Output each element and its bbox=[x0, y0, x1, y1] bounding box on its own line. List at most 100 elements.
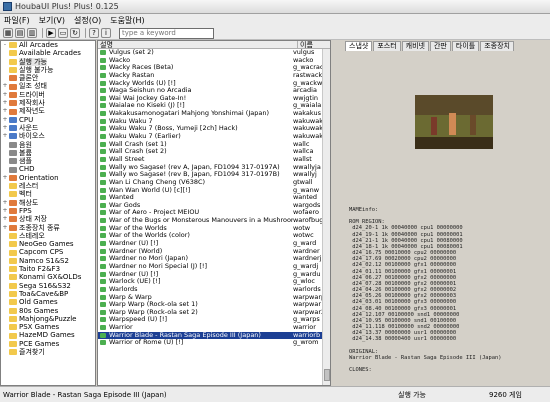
tree-item[interactable]: Taito F2&F3 bbox=[1, 265, 95, 273]
game-row[interactable]: Warp Warp (Rock-ola set 1) warpwar bbox=[98, 301, 322, 309]
expand-toggle-icon[interactable]: + bbox=[1, 215, 9, 223]
tree-item[interactable]: Sega S16&S32 bbox=[1, 282, 95, 290]
tree-item[interactable]: 벡터 bbox=[1, 190, 95, 198]
tree-item[interactable]: - All Arcades bbox=[1, 41, 95, 49]
tab-cabinet[interactable]: 캐비넷 bbox=[401, 41, 429, 51]
menu-help[interactable]: 도움말(H) bbox=[110, 15, 144, 26]
search-input[interactable] bbox=[119, 27, 214, 39]
game-row[interactable]: Wall Crash (set 2) wallca bbox=[98, 148, 322, 156]
expand-toggle-icon[interactable]: + bbox=[1, 124, 9, 132]
view-small-icon[interactable]: ▥ bbox=[27, 28, 37, 38]
help-icon[interactable]: ? bbox=[89, 28, 99, 38]
game-row[interactable]: Waku Waku 7 wakuwak bbox=[98, 118, 322, 126]
game-row[interactable]: Wacky Races (Beta) g_wacrac bbox=[98, 64, 322, 72]
game-row[interactable]: Warlock (UE) [!] g_wloc bbox=[98, 278, 322, 286]
tree-item[interactable]: + Orientation bbox=[1, 174, 95, 182]
expand-toggle-icon[interactable]: - bbox=[1, 41, 9, 49]
game-row[interactable]: Wakakusamonogatari Mahjong Yonshimai (Ja… bbox=[98, 110, 322, 118]
tree-item[interactable]: Konami GX&OLDs bbox=[1, 273, 95, 281]
game-row[interactable]: War of the Worlds wotw bbox=[98, 225, 322, 233]
menu-file[interactable]: 파일(F) bbox=[4, 15, 30, 26]
expand-toggle-icon[interactable]: + bbox=[1, 199, 9, 207]
game-row[interactable]: Wally wo Sagase! (rev B, Japan, FD1094 3… bbox=[98, 171, 322, 179]
game-row[interactable]: Wan Li Chang Cheng (V638C) gtwall bbox=[98, 179, 322, 187]
info-icon[interactable]: i bbox=[101, 28, 111, 38]
tree-item[interactable]: + 제작회사 bbox=[1, 99, 95, 107]
tree-item[interactable]: + CPU bbox=[1, 116, 95, 124]
game-row[interactable]: Warrior warrior bbox=[98, 324, 322, 332]
game-row[interactable]: War of Aero - Project MEIOU wofaero bbox=[98, 209, 322, 217]
expand-toggle-icon[interactable]: + bbox=[1, 91, 9, 99]
tree-item[interactable]: Toa&Cave&BP bbox=[1, 290, 95, 298]
tree-item[interactable]: 실행 가능 bbox=[1, 57, 95, 66]
list-scrollbar[interactable] bbox=[322, 49, 330, 385]
game-row[interactable]: Wardner (U) [!] g_wardu bbox=[98, 271, 322, 279]
play-icon[interactable]: ▶ bbox=[46, 28, 56, 38]
game-row[interactable]: Wally wo Sagase! (rev A, Japan, FD1094 3… bbox=[98, 164, 322, 172]
tree-item[interactable]: 스테레오 bbox=[1, 232, 95, 240]
folder-tree[interactable]: - All Arcades Available Arcades 실행 가능 실행 불가능… bbox=[0, 40, 96, 386]
expand-toggle-icon[interactable]: + bbox=[1, 132, 9, 140]
tree-item[interactable]: 샘플 bbox=[1, 157, 95, 165]
tree-item[interactable]: 볼륨 bbox=[1, 149, 95, 157]
view-icon[interactable]: ▤ bbox=[15, 28, 25, 38]
game-row[interactable]: Wacky Rastan rastwack bbox=[98, 72, 322, 80]
tree-item[interactable]: 클론안 bbox=[1, 74, 95, 82]
tab-marquee[interactable]: 간판 bbox=[429, 41, 451, 51]
tab-snapshot[interactable]: 스냅샷 bbox=[345, 41, 373, 51]
game-row[interactable]: Warrior of Rome (U) [!] g_wrom bbox=[98, 339, 322, 347]
grid-icon[interactable]: ▦ bbox=[3, 28, 13, 38]
game-row[interactable]: Warp & Warp warpwarp bbox=[98, 294, 322, 302]
game-row[interactable]: Wardner no Mori (Japan) wardnerj bbox=[98, 255, 322, 263]
game-row[interactable]: Wan Wan World (U) [c][!] g_wanw bbox=[98, 187, 322, 195]
tree-item[interactable]: PCE Games bbox=[1, 340, 95, 348]
game-row[interactable]: Warp Warp (Rock-ola set 2) warpwar2 bbox=[98, 309, 322, 317]
tree-item[interactable]: + 조종장치 종류 bbox=[1, 224, 95, 232]
tree-item[interactable]: 즐겨찾기 bbox=[1, 348, 95, 356]
tree-item[interactable]: Mahjong&Puzzle bbox=[1, 315, 95, 323]
expand-toggle-icon[interactable]: + bbox=[1, 174, 9, 182]
game-row[interactable]: Wardner (World) wardner bbox=[98, 248, 322, 256]
tree-item[interactable]: Capcom CPS bbox=[1, 248, 95, 256]
game-row[interactable]: Wardner (U) [!] g_ward bbox=[98, 240, 322, 248]
game-row[interactable]: Vulgus (set 2) vulgus bbox=[98, 49, 322, 57]
tree-item[interactable]: Namco S1&S2 bbox=[1, 257, 95, 265]
tree-item[interactable]: + 일조 성태 bbox=[1, 82, 95, 90]
game-row[interactable]: War Gods wargods bbox=[98, 202, 322, 210]
game-row[interactable]: Waga Seishun no Arcadia arcadia bbox=[98, 87, 322, 95]
column-header-description[interactable]: 설명 bbox=[98, 41, 298, 49]
expand-toggle-icon[interactable]: + bbox=[1, 99, 9, 107]
expand-toggle-icon[interactable]: + bbox=[1, 82, 9, 90]
tree-item[interactable]: 실행 불가능 bbox=[1, 66, 95, 74]
tree-item[interactable]: + 해상도 bbox=[1, 199, 95, 207]
tree-item[interactable]: Available Arcades bbox=[1, 49, 95, 57]
tree-item[interactable]: 레스터 bbox=[1, 182, 95, 190]
game-row[interactable]: Waku Waku 7 (Earlier) wakuwak bbox=[98, 133, 322, 141]
game-row[interactable]: Wanted wanted bbox=[98, 194, 322, 202]
tree-item[interactable]: HazeMD Games bbox=[1, 331, 95, 339]
tree-item[interactable]: + 바이오스 bbox=[1, 132, 95, 140]
tab-title[interactable]: 타이틀 bbox=[451, 41, 480, 51]
expand-toggle-icon[interactable]: + bbox=[1, 116, 9, 124]
game-row[interactable]: Warlords warlords bbox=[98, 286, 322, 294]
tree-item[interactable]: Old Games bbox=[1, 298, 95, 306]
tree-item[interactable]: 80s Games bbox=[1, 307, 95, 315]
game-row[interactable]: War of the Bugs or Monsterous Manouvers … bbox=[98, 217, 322, 225]
tab-control-panel[interactable]: 조종장치 bbox=[480, 41, 514, 51]
tree-item[interactable]: NeoGeo Games bbox=[1, 240, 95, 248]
menu-view[interactable]: 보기(V) bbox=[39, 15, 65, 26]
column-header-rom[interactable]: 이름 bbox=[298, 41, 313, 49]
tree-item[interactable]: 음원 bbox=[1, 141, 95, 149]
tree-item[interactable]: CHD bbox=[1, 165, 95, 173]
game-list[interactable]: 설명 이름 Vulgus (set 2) vulgus Wacko wacko Wack… bbox=[97, 40, 331, 386]
game-row[interactable]: Waku Waku 7 (Boss, Yumeji [2ch] Hack) wak… bbox=[98, 125, 322, 133]
game-row[interactable]: Warpspeed (U) [!] g_warps bbox=[98, 316, 322, 324]
game-row[interactable]: Wall Crash (set 1) wallc bbox=[98, 141, 322, 149]
expand-toggle-icon[interactable]: + bbox=[1, 107, 9, 115]
game-row[interactable]: War of the Worlds (color) wotwc bbox=[98, 232, 322, 240]
tab-flyer[interactable]: 포스터 bbox=[373, 41, 401, 51]
game-row[interactable]: Warrior Blade - Rastan Saga Episode III … bbox=[98, 331, 322, 340]
menu-options[interactable]: 설정(O) bbox=[74, 15, 101, 26]
expand-toggle-icon[interactable]: + bbox=[1, 224, 9, 232]
game-row[interactable]: Waialae no Kiseki (J) [!] g_waiala bbox=[98, 102, 322, 110]
